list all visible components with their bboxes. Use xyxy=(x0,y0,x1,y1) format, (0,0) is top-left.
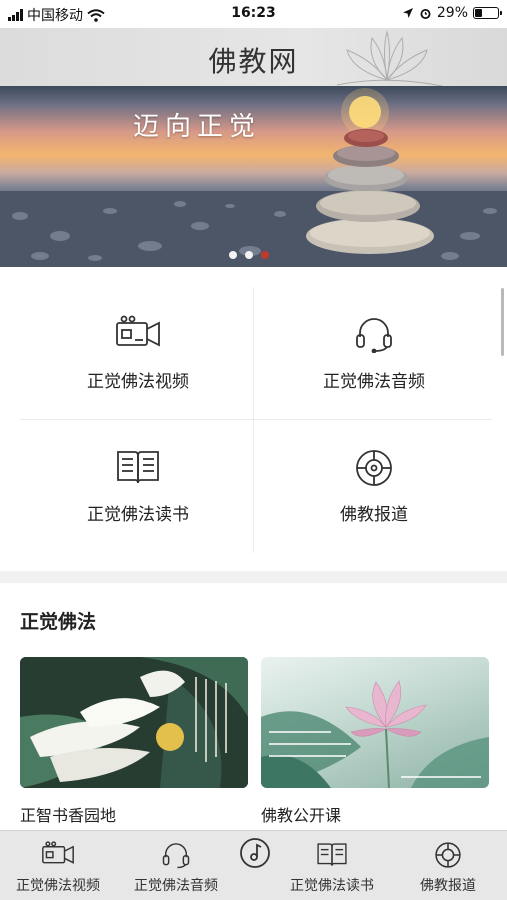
carousel-dots[interactable] xyxy=(229,251,269,259)
pink-lotus-image xyxy=(261,680,489,788)
grid-item-audio[interactable]: 正觉佛法音频 xyxy=(256,287,492,420)
carousel-dot-active[interactable] xyxy=(261,251,269,259)
grid-item-label: 正觉佛法读书 xyxy=(87,505,189,525)
dharma-wheel-icon xyxy=(356,450,392,486)
grid-item-label: 正觉佛法视频 xyxy=(87,372,189,392)
video-camera-icon xyxy=(116,315,160,347)
headphones-icon xyxy=(162,843,190,869)
dharma-wheel-icon xyxy=(435,842,461,868)
tab-reading[interactable]: 正觉佛法读书 xyxy=(272,831,392,900)
carousel-dot[interactable] xyxy=(245,251,253,259)
alarm-icon xyxy=(420,8,431,19)
book-icon xyxy=(317,843,347,866)
card-white-lotus[interactable] xyxy=(20,657,248,788)
tab-label: 佛教报道 xyxy=(420,878,476,894)
tab-label: 正觉佛法音频 xyxy=(134,878,218,894)
video-camera-icon xyxy=(42,841,74,864)
grid-item-label: 正觉佛法音频 xyxy=(323,372,425,392)
status-bar: 中国移动 16:23 29% xyxy=(0,0,507,28)
carousel-dot[interactable] xyxy=(229,251,237,259)
tab-label: 正觉佛法读书 xyxy=(290,878,374,894)
headphones-icon xyxy=(356,318,392,353)
card-caption[interactable]: 正智书香园地 xyxy=(20,802,116,826)
bottom-tab-bar: 正觉佛法视频 正觉佛法音频 正觉佛法读书 佛教报道 xyxy=(0,830,507,900)
white-lotus-image xyxy=(20,657,248,788)
card-caption[interactable]: 佛教公开课 xyxy=(261,802,341,826)
section-title: 正觉佛法 xyxy=(20,611,97,633)
category-grid: 正觉佛法视频 正觉佛法音频 正觉佛法读书 佛教报道 xyxy=(20,287,492,553)
page-title: 佛教网 xyxy=(208,45,299,78)
banner-carousel[interactable]: 迈向正觉 xyxy=(0,86,507,267)
status-right: 29% xyxy=(402,5,502,21)
card-pink-lotus[interactable] xyxy=(261,657,489,788)
app-header: 佛教网 xyxy=(0,28,507,86)
tab-audio[interactable]: 正觉佛法音频 xyxy=(118,831,234,900)
tab-label: 正觉佛法视频 xyxy=(16,878,100,894)
battery-percent: 29% xyxy=(436,5,468,21)
tab-video[interactable]: 正觉佛法视频 xyxy=(0,831,116,900)
grid-item-label: 佛教报道 xyxy=(340,505,408,525)
grid-item-video[interactable]: 正觉佛法视频 xyxy=(20,287,256,420)
scrollbar[interactable] xyxy=(501,288,504,356)
battery-icon xyxy=(473,7,502,19)
book-icon xyxy=(117,451,159,484)
grid-item-news[interactable]: 佛教报道 xyxy=(256,420,492,553)
music-disc-icon xyxy=(240,838,270,868)
banner-slogan: 迈向正觉 xyxy=(133,112,262,142)
grid-item-reading[interactable]: 正觉佛法读书 xyxy=(20,420,256,553)
location-arrow-icon xyxy=(402,8,413,18)
section-divider xyxy=(0,571,507,583)
tab-news[interactable]: 佛教报道 xyxy=(398,831,498,900)
